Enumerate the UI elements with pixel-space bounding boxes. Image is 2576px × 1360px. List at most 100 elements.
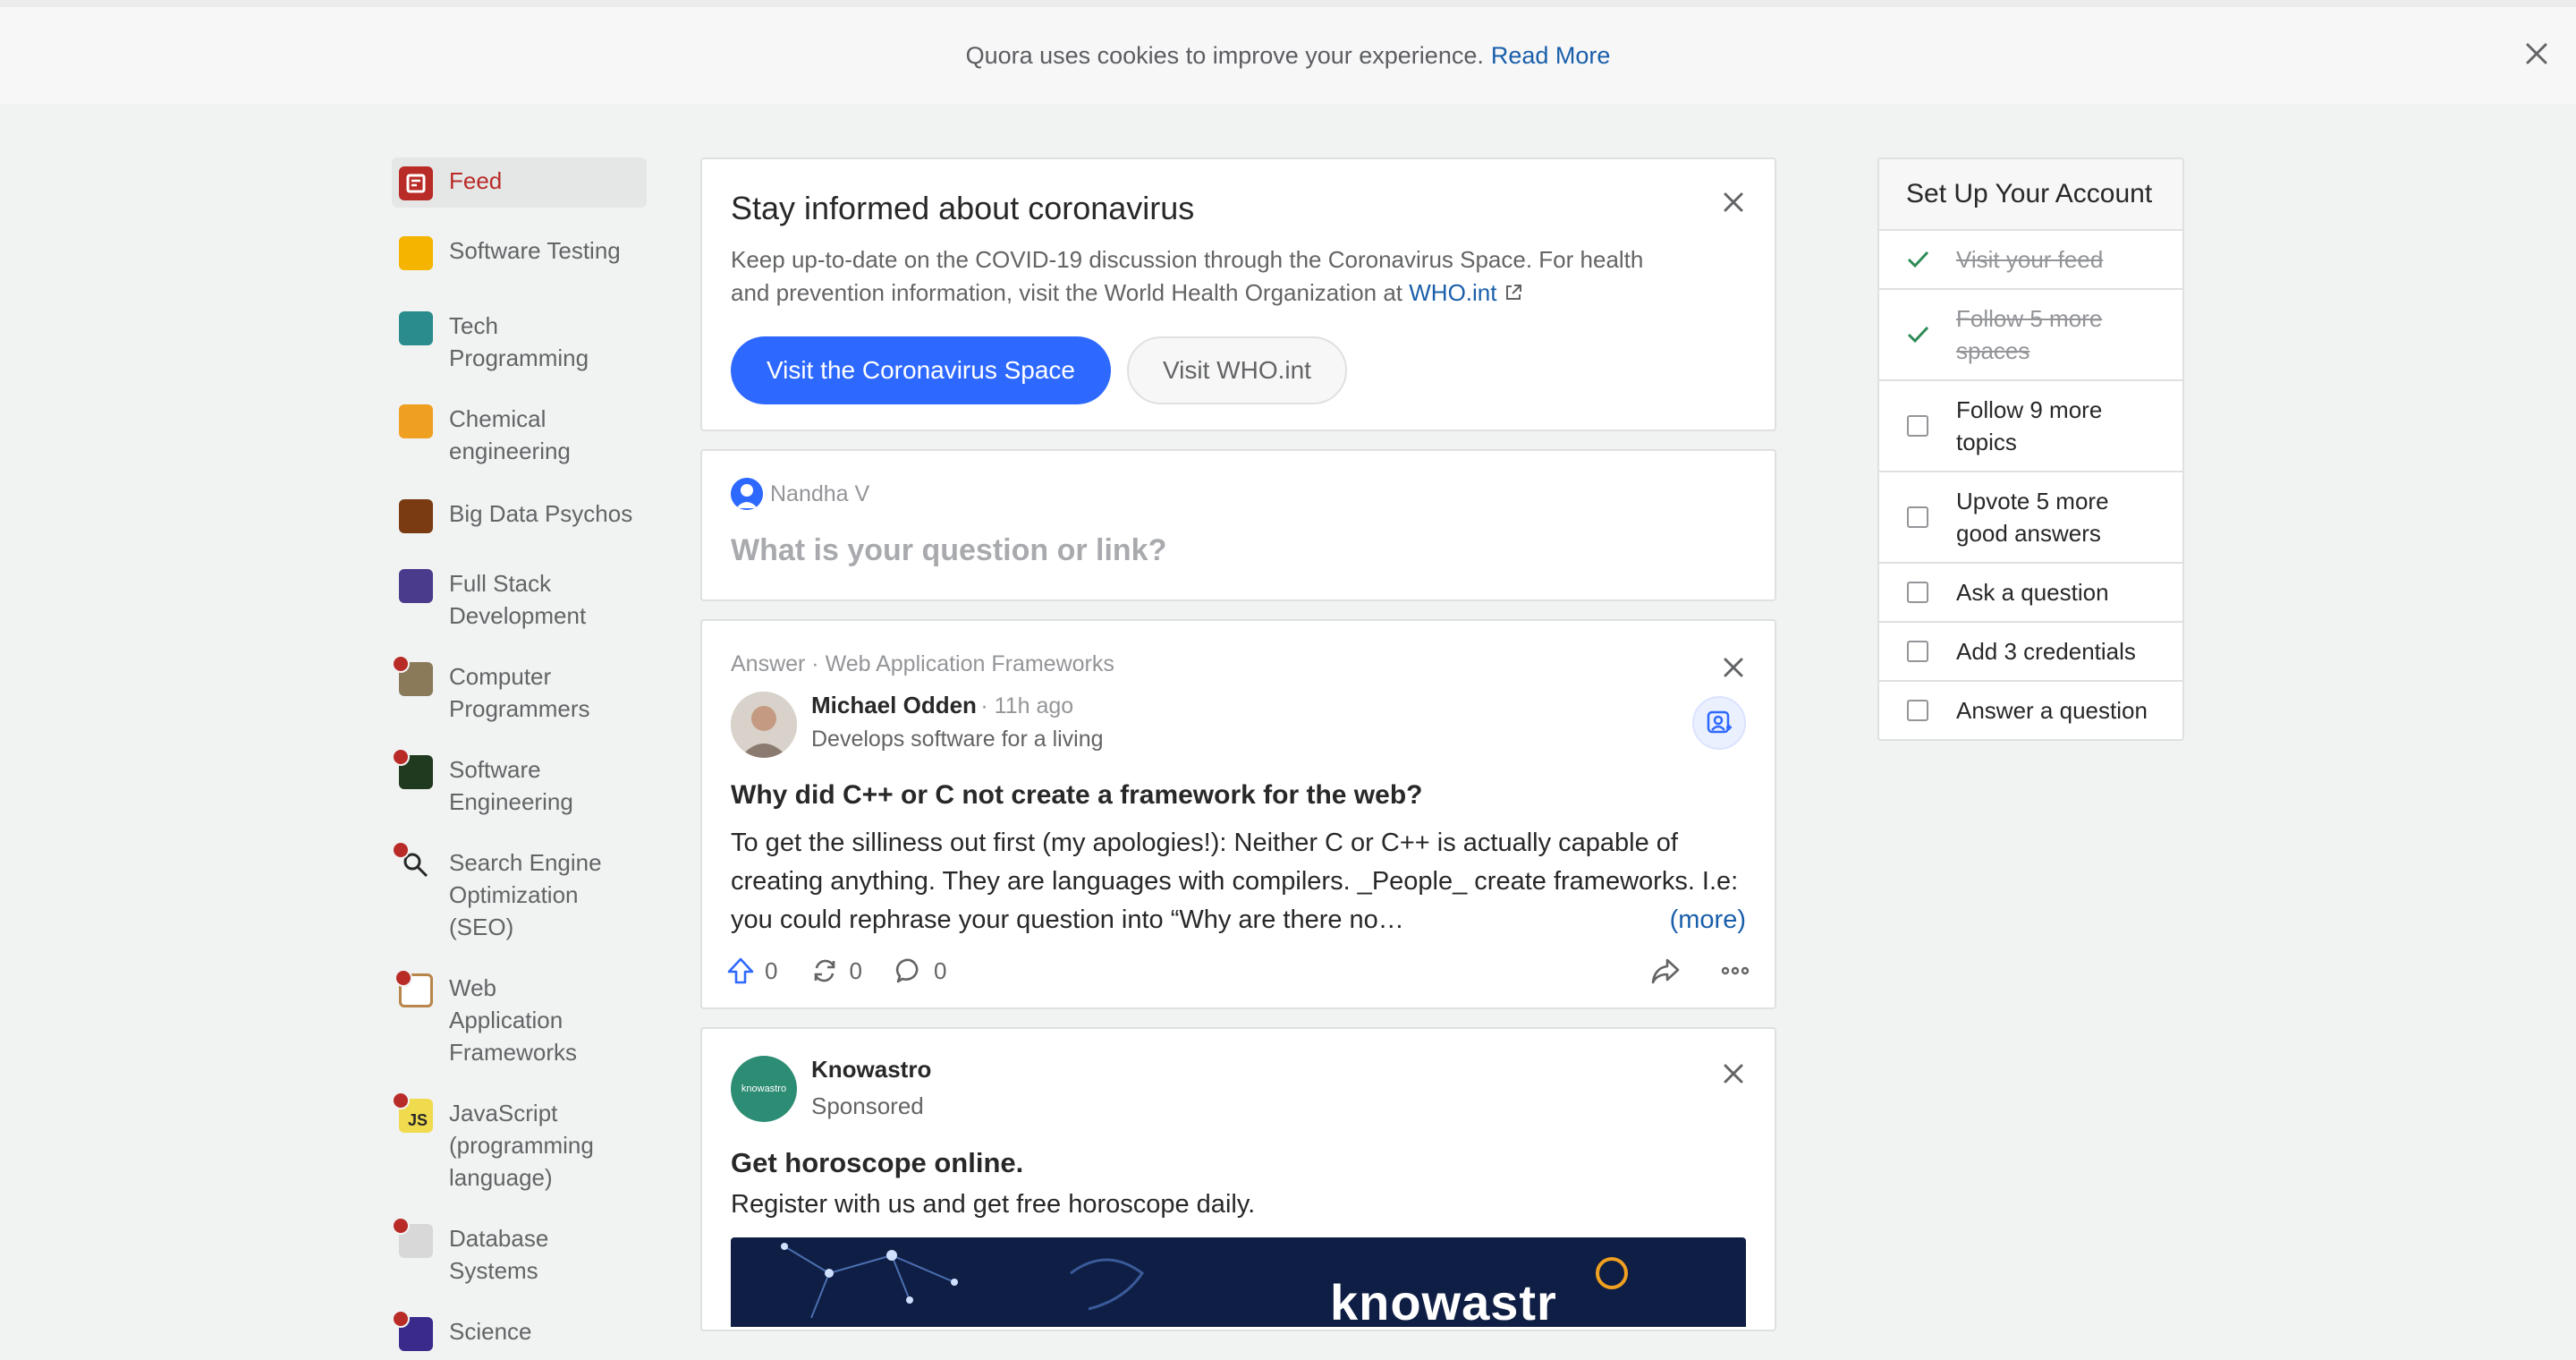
setup-item-label: Visit your feed [1956,246,2104,273]
checkmark-icon [1907,326,1929,344]
ad-banner-image[interactable]: knowastr [731,1237,1746,1327]
coronavirus-title: Stay informed about coronavirus [731,190,1195,226]
unread-dot [392,655,410,673]
search-icon [392,841,433,882]
svg-text:JS: JS [408,1111,428,1129]
visit-coronavirus-space-button[interactable]: Visit the Coronavirus Space [731,336,1111,404]
cookie-banner: Quora uses cookies to improve your exper… [0,0,2576,104]
sidebar-item-label: Chemical engineering [449,405,571,464]
unread-dot [392,1092,410,1109]
unread-dot [394,969,412,987]
answer-card: Answer · Web Application Frameworks Mich… [700,619,1776,1009]
setup-item-upvote-answers[interactable]: Upvote 5 more good answers [1879,472,2182,564]
sponsored-label: Sponsored [811,1092,924,1119]
sidebar-item-big-data-psychos[interactable]: Big Data Psychos [392,490,647,540]
sidebar-item-science[interactable]: Science [392,1308,647,1358]
knowastro-logo[interactable]: knowastro [731,1056,797,1122]
setup-item-visit-feed[interactable]: Visit your feed [1879,231,2182,290]
coronavirus-body: Keep up-to-date on the COVID-19 discussi… [731,243,1679,310]
cookie-read-more-link[interactable]: Read More [1491,42,1611,70]
who-link[interactable]: WHO.int [1409,279,1496,306]
setup-account-panel: Set Up Your Account Visit your feed Foll… [1877,157,2184,741]
setup-title: Set Up Your Account [1879,159,2182,231]
sidebar-item-database-systems[interactable]: Database Systems [392,1215,597,1294]
question-title[interactable]: Why did C++ or C not create a framework … [731,778,1746,813]
setup-item-add-credentials[interactable]: Add 3 credentials [1879,623,2182,682]
ad-banner-text: knowastr [1330,1274,1557,1327]
setup-item-follow-topics[interactable]: Follow 9 more topics [1879,381,2182,472]
sidebar-item-label: Software Engineering [449,756,573,815]
sidebar-item-tech-programming[interactable]: Tech Programming [392,302,597,381]
sidebar-item-feed[interactable]: Feed [392,157,647,208]
sidebar-item-seo[interactable]: Search Engine Optimization (SEO) [392,839,615,950]
follow-button[interactable] [1692,696,1746,750]
comment-icon [895,958,919,983]
more-options-icon[interactable] [1719,955,1751,987]
checkbox[interactable] [1904,504,1931,531]
big-data-psychos-icon [399,499,433,533]
setup-item-label: Follow 9 more topics [1956,396,2103,455]
setup-item-ask-question[interactable]: Ask a question [1879,564,2182,623]
sidebar-item-software-engineering[interactable]: Software Engineering [392,746,597,825]
share-icon[interactable] [1649,955,1682,987]
sidebar-item-label: Tech Programming [449,312,589,371]
avatar[interactable] [731,692,797,758]
sidebar-item-label: Full Stack Development [449,570,587,629]
unread-dot [392,748,410,766]
external-link-icon [1505,285,1521,300]
ask-user: Nandha V [731,478,1746,510]
setup-item-follow-spaces[interactable]: Follow 5 more spaces [1879,290,2182,381]
constellation-graphic [781,1243,1628,1319]
ad-text: Register with us and get free horoscope … [731,1190,1256,1219]
ask-question-card[interactable]: Nandha V What is your question or link? [700,449,1776,601]
author-credential: Develops software for a living [811,727,1104,752]
checkbox[interactable] [1904,579,1931,606]
close-icon[interactable] [1717,186,1750,218]
unread-dot [392,1217,410,1235]
visit-who-button[interactable]: Visit WHO.int [1127,336,1347,404]
sidebar-item-javascript[interactable]: JS JavaScript (programming language) [392,1090,615,1201]
answer-excerpt-text: To get the silliness out first (my apolo… [731,829,1739,934]
more-link[interactable]: (more) [1658,901,1746,939]
setup-item-answer-question[interactable]: Answer a question [1879,682,2182,739]
setup-item-label: Upvote 5 more good answers [1956,488,2109,547]
upvote-button[interactable]: 0 [725,956,777,986]
reshare-button[interactable]: 0 [809,956,862,986]
reshare-icon [815,959,835,982]
ad-headline[interactable]: Get horoscope online. [731,1147,1746,1179]
chemical-engineering-icon [399,404,433,438]
javascript-icon: JS [392,1092,433,1133]
comment-button[interactable]: 0 [894,956,946,986]
follow-user-icon [1707,710,1732,734]
comment-count: 0 [933,956,947,984]
reshare-count: 0 [849,956,862,984]
author-name[interactable]: Michael Odden [811,692,977,718]
close-icon[interactable] [2517,34,2556,73]
web-frameworks-icon [394,969,433,1007]
sidebar-item-software-testing[interactable]: Software Testing [392,227,647,277]
sidebar-item-computer-programmers[interactable]: Computer Programmers [392,653,597,732]
answer-author: Michael Odden · 11h ago Develops softwar… [731,692,1746,758]
upvote-count: 0 [765,956,778,984]
sidebar-item-full-stack-development[interactable]: Full Stack Development [392,560,597,639]
setup-item-label: Follow 5 more spaces [1956,305,2103,364]
checkbox[interactable] [1904,412,1931,439]
checkbox[interactable] [1904,638,1931,665]
sidebar-item-web-application-frameworks[interactable]: Web Application Frameworks [392,965,615,1075]
checkmark-icon [1907,251,1929,268]
ask-question-input[interactable]: What is your question or link? [731,533,1746,568]
checkbox[interactable] [1904,697,1931,724]
software-engineering-icon [392,748,433,789]
sidebar-item-chemical-engineering[interactable]: Chemical engineering [392,395,597,474]
close-icon[interactable] [1717,1058,1750,1090]
close-icon[interactable] [1717,651,1750,684]
answer-excerpt[interactable]: To get the silliness out first (my apolo… [731,824,1746,939]
tech-programming-icon [399,311,433,345]
sidebar-item-label: Computer Programmers [449,663,590,722]
sponsor-name[interactable]: Knowastro [811,1056,931,1084]
unread-dot [392,841,410,859]
main-feed: Stay informed about coronavirus Keep up-… [700,157,1776,1349]
sidebar-item-label: Big Data Psychos [449,500,633,527]
answer-actions: 0 0 0 [725,950,1751,991]
setup-item-label: Ask a question [1956,579,2109,606]
